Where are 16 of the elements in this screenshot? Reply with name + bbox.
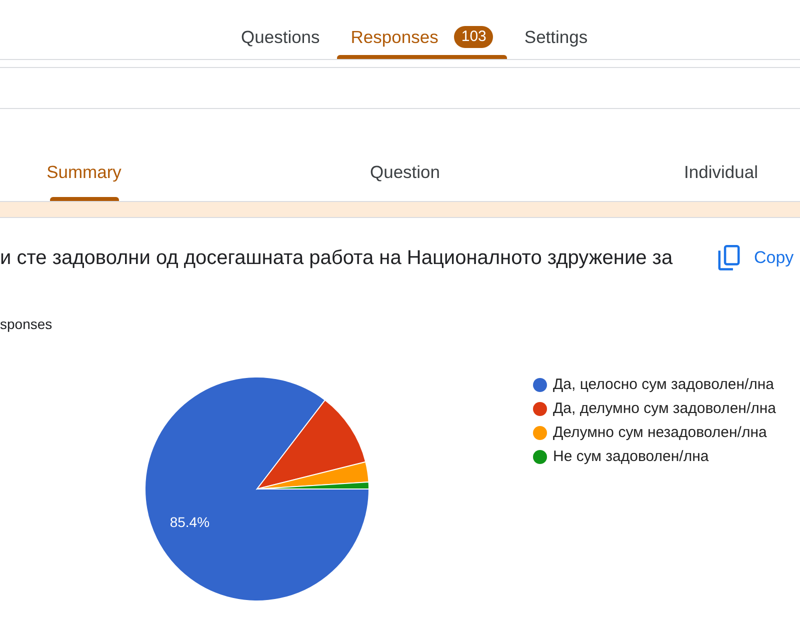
slice-percent-label: 85.4% [170, 514, 210, 530]
tab[interactable]: Responses 103 [336, 0, 508, 59]
tab[interactable]: Individual [684, 143, 758, 201]
tab[interactable]: Questions [227, 0, 334, 59]
response-count-badge: 103 [454, 26, 494, 48]
copy-button[interactable]: Copy [718, 245, 794, 271]
legend-label: Не сум задоволен/лна [553, 446, 709, 467]
tab[interactable]: Question [370, 143, 440, 201]
response-count-label: sponses [0, 316, 52, 332]
legend-label: Делумно сум незадоволен/лна [553, 422, 767, 443]
tab[interactable]: Settings [510, 0, 602, 59]
copy-icon [718, 245, 740, 271]
tab[interactable]: Summary [46, 143, 122, 201]
question-title: и сте задоволни од досегашната работа на Националното здружение за [0, 246, 674, 271]
legend-label: Да, целосно сум задоволен/лна [553, 374, 774, 395]
legend-label: Да, делумно сум задоволен/лна [553, 398, 776, 419]
